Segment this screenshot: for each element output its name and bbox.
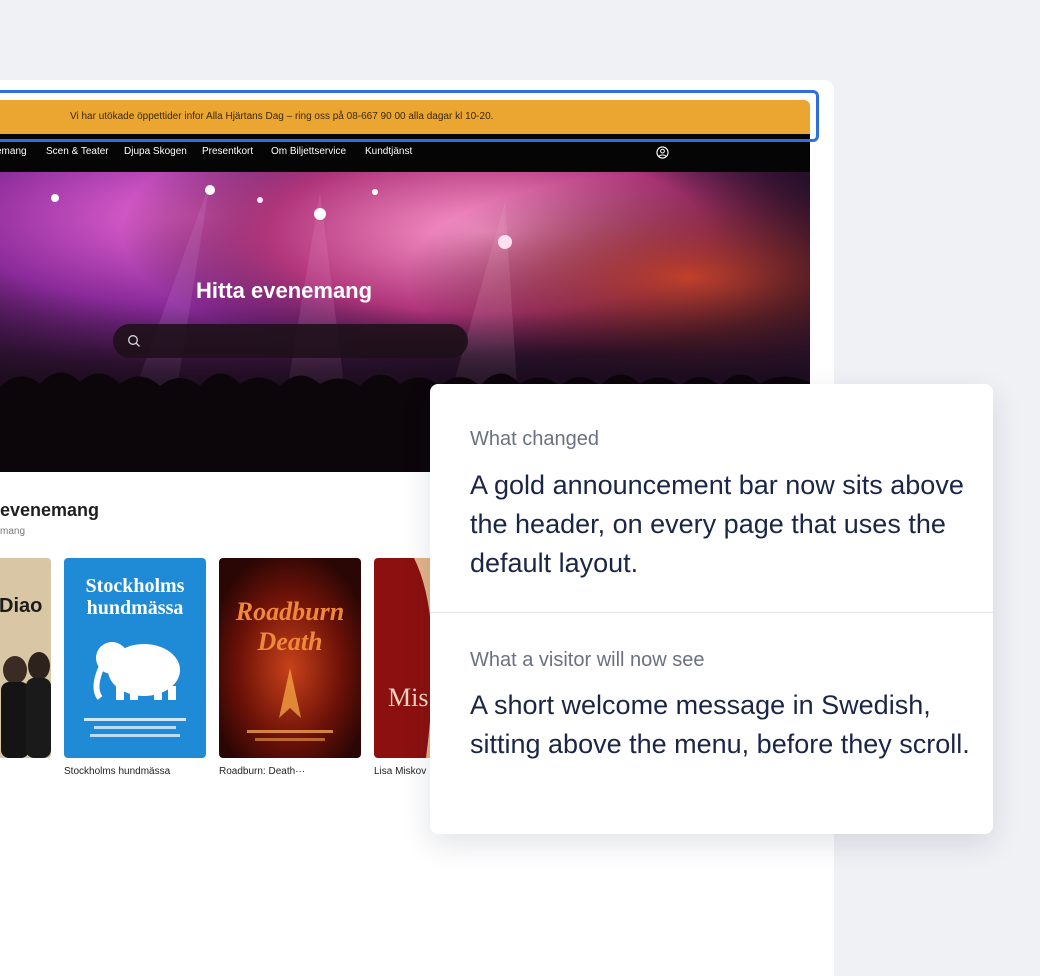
nav-item-kundtjanst[interactable]: Kundtjänst bbox=[365, 146, 412, 157]
section-subtitle: mang bbox=[0, 526, 26, 537]
event-card-label: Stockholms hundmässa bbox=[64, 766, 171, 777]
search-icon bbox=[128, 335, 140, 347]
what-changed-section: What changed A gold announcement bar now… bbox=[430, 384, 993, 613]
svg-text:Mis: Mis bbox=[388, 683, 428, 712]
event-poster: Stockholms hundmässa bbox=[64, 558, 206, 758]
svg-text:Stockholms: Stockholms bbox=[86, 575, 185, 597]
svg-text:Death: Death bbox=[257, 627, 323, 656]
hero-title: Hitta evenemang bbox=[196, 278, 373, 303]
nav-item-presentkort[interactable]: Presentkort bbox=[202, 146, 253, 157]
event-poster: Diao bbox=[0, 558, 51, 758]
event-card-label: Lisa Miskov bbox=[374, 766, 427, 777]
announcement-highlight bbox=[0, 90, 819, 142]
svg-text:Roadburn: Roadburn bbox=[235, 597, 344, 626]
what-changed-text: A gold announcement bar now sits above t… bbox=[470, 470, 964, 578]
user-circle-icon[interactable] bbox=[656, 146, 669, 159]
event-card-label: Roadburn: Death··· bbox=[219, 766, 306, 777]
nav-item-evenemang[interactable]: emang bbox=[0, 146, 27, 157]
event-search-input[interactable] bbox=[113, 324, 468, 358]
change-summary-panel: What changed A gold announcement bar now… bbox=[430, 384, 993, 834]
section-title: evenemang bbox=[0, 500, 100, 520]
event-poster: Roadburn Death bbox=[219, 558, 361, 758]
visitor-view-text: A short welcome message in Swedish, sitt… bbox=[470, 690, 970, 759]
visitor-view-label: What a visitor will now see bbox=[470, 649, 705, 671]
svg-text:hundmässa: hundmässa bbox=[87, 597, 184, 619]
nav-item-djupa-skogen[interactable]: Djupa Skogen bbox=[124, 146, 187, 157]
poster-title: Diao bbox=[0, 595, 42, 617]
nav-item-scen-teater[interactable]: Scen & Teater bbox=[46, 146, 109, 157]
nav-item-om-biljettservice[interactable]: Om Biljettservice bbox=[271, 146, 346, 157]
visitor-view-section: What a visitor will now see A short welc… bbox=[430, 614, 993, 834]
what-changed-label: What changed bbox=[470, 428, 599, 450]
